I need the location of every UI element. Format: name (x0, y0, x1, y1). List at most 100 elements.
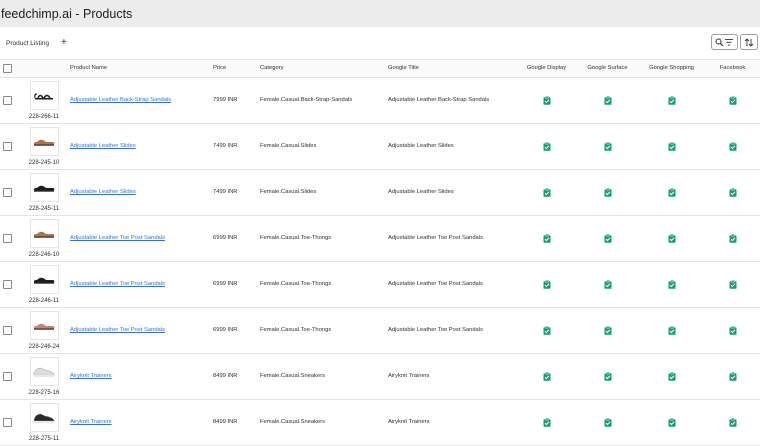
facebook-status-cell[interactable] (705, 169, 760, 215)
product-thumbnail[interactable] (29, 310, 59, 340)
google-title-cell: Adjustable Leather Slides (388, 143, 454, 149)
facebook-status-cell[interactable] (705, 307, 760, 353)
google-surface-status-cell[interactable] (577, 123, 638, 169)
google-surface-status-cell[interactable] (577, 399, 638, 445)
google-display-status-cell[interactable] (516, 353, 577, 399)
tab-product-listing[interactable]: Product Listing (6, 40, 49, 47)
row-checkbox[interactable] (3, 141, 12, 151)
table-row[interactable]: 228-245-11 Adjustable Leather Slides 7499 … (0, 169, 760, 215)
image-cell: 228-275-11 (18, 399, 70, 445)
row-checkbox[interactable] (3, 187, 12, 197)
product-name-link[interactable]: Adjustable Leather Toe Post Sandals (70, 235, 165, 241)
header-google-shopping[interactable]: Google Shopping (638, 60, 705, 77)
clipboard-check-icon (543, 141, 550, 151)
image-cell: 228-245-10 (18, 123, 70, 169)
header-product-name[interactable]: Product Name (70, 60, 213, 77)
add-tab-button[interactable]: + (61, 38, 67, 48)
product-name-link[interactable]: Adjustable Leather Toe Post Sandals (70, 327, 165, 333)
google-display-status-cell[interactable] (516, 399, 577, 445)
google-shopping-status-cell[interactable] (638, 77, 705, 123)
product-name-cell: Adjustable Leather Toe Post Sandals (70, 215, 213, 261)
product-name-link[interactable]: Adjustable Leather Back-Strap Sandals (70, 97, 171, 103)
google-shopping-status-cell[interactable] (638, 399, 705, 445)
product-name-link[interactable]: Adjustable Leather Slides (70, 189, 136, 195)
google-display-status-cell[interactable] (516, 261, 577, 307)
google-surface-status-cell[interactable] (577, 353, 638, 399)
google-shopping-status-cell[interactable] (638, 353, 705, 399)
table-row[interactable]: 228-275-16 Airyknit Trainers 8499 INR Femal… (0, 353, 760, 399)
google-shopping-status-cell[interactable] (638, 215, 705, 261)
google-surface-status-cell[interactable] (577, 215, 638, 261)
product-name-link[interactable]: Airyknit Trainers (70, 373, 112, 379)
header-facebook[interactable]: Facebook (705, 60, 760, 77)
google-surface-status-cell[interactable] (577, 169, 638, 215)
facebook-status-cell[interactable] (705, 215, 760, 261)
facebook-status-cell[interactable] (705, 123, 760, 169)
google-shopping-status-cell[interactable] (638, 123, 705, 169)
row-select-cell (0, 169, 18, 215)
google-display-status-cell[interactable] (516, 77, 577, 123)
google-display-status-cell[interactable] (516, 215, 577, 261)
product-thumbnail[interactable] (29, 80, 59, 110)
google-display-status-cell[interactable] (516, 307, 577, 353)
clipboard-check-icon (668, 371, 675, 381)
google-shopping-status-cell[interactable] (638, 307, 705, 353)
product-thumbnail[interactable] (29, 402, 59, 432)
google-shopping-status-cell[interactable] (638, 261, 705, 307)
product-image (34, 323, 55, 330)
table-row[interactable]: 228-246-11 Adjustable Leather Toe Post Sa… (0, 261, 760, 307)
header-price[interactable]: Price (213, 60, 260, 77)
table-row[interactable]: 228-266-11 Adjustable Leather Back-Strap … (0, 77, 760, 123)
image-cell: 228-246-24 (18, 307, 70, 353)
row-checkbox[interactable] (3, 417, 12, 427)
search-filter-button[interactable] (711, 34, 738, 50)
product-sku: 228-266-11 (28, 113, 60, 120)
facebook-status-cell[interactable] (705, 261, 760, 307)
product-thumbnail[interactable] (29, 218, 59, 248)
table-row[interactable]: 228-246-10 Adjustable Leather Toe Post Sa… (0, 215, 760, 261)
sort-button[interactable] (740, 34, 758, 50)
product-sku: 228-245-11 (28, 205, 60, 212)
header-google-display[interactable]: Google Display (516, 60, 577, 77)
product-thumbnail[interactable] (29, 264, 59, 294)
select-all-checkbox[interactable] (3, 63, 12, 73)
product-name-link[interactable]: Adjustable Leather Slides (70, 143, 136, 149)
category-cell: Female.Casual.Back-Strap-Sandals (260, 97, 353, 103)
google-display-status-cell[interactable] (516, 123, 577, 169)
price-cell: 8499 INR (213, 419, 238, 425)
facebook-status-cell[interactable] (705, 399, 760, 445)
row-checkbox[interactable] (3, 371, 12, 381)
header-category[interactable]: Category (260, 60, 388, 77)
category-cell: Female.Casual.Toe-Thongs (260, 235, 332, 241)
sort-icon (744, 37, 754, 47)
row-checkbox[interactable] (3, 95, 12, 105)
header-google-surface[interactable]: Google Surface (577, 60, 638, 77)
product-thumbnail[interactable] (29, 172, 59, 202)
product-name-link[interactable]: Adjustable Leather Toe Post Sandals (70, 281, 165, 287)
google-surface-status-cell[interactable] (577, 77, 638, 123)
row-checkbox[interactable] (3, 233, 12, 243)
google-display-status-cell[interactable] (516, 169, 577, 215)
clipboard-check-icon (729, 279, 736, 289)
google-surface-status-cell[interactable] (577, 307, 638, 353)
google-shopping-status-cell[interactable] (638, 169, 705, 215)
table-row[interactable]: 228-246-24 Adjustable Leather Toe Post Sa… (0, 307, 760, 353)
row-checkbox[interactable] (3, 325, 12, 335)
row-checkbox[interactable] (3, 279, 12, 289)
price-cell: 8499 INR (213, 373, 238, 379)
facebook-status-cell[interactable] (705, 353, 760, 399)
product-thumbnail[interactable] (29, 356, 59, 386)
google-surface-status-cell[interactable] (577, 261, 638, 307)
google-title-cell: Airyknit Trainers (388, 373, 430, 379)
product-thumbnail[interactable] (29, 126, 59, 156)
product-name-cell: Adjustable Leather Toe Post Sandals (70, 261, 213, 307)
google-title-cell: Adjustable Leather Toe Post Sandals (388, 235, 483, 241)
clipboard-check-icon (729, 371, 736, 381)
table-row[interactable]: 228-275-11 Airyknit Trainers 8499 INR Femal… (0, 399, 760, 445)
table-row[interactable]: 228-245-10 Adjustable Leather Slides 7499 … (0, 123, 760, 169)
clipboard-check-icon (668, 233, 675, 243)
image-cell: 228-246-11 (18, 261, 70, 307)
product-name-link[interactable]: Airyknit Trainers (70, 419, 112, 425)
facebook-status-cell[interactable] (705, 77, 760, 123)
header-google-title[interactable]: Google Title (388, 60, 516, 77)
